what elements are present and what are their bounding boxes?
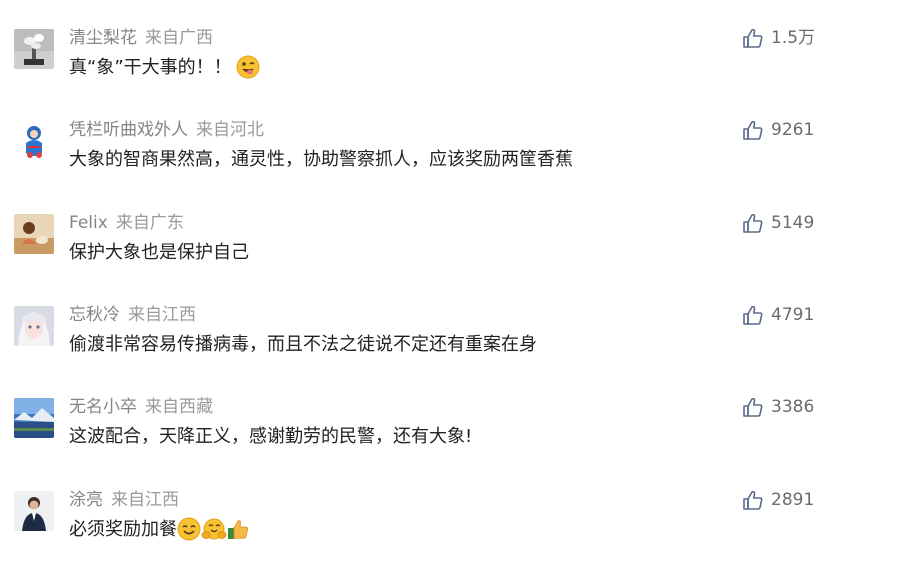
comment-item: 忘秋冷 来自江西 偷渡非常容易传播病毒，而且不法之徒说不定还有重案在身 4791 — [0, 277, 906, 357]
like-button[interactable]: 1.5万 — [742, 26, 815, 50]
location: 来自广西 — [145, 28, 213, 48]
comment-body: 这波配合，天降正义，感谢勤劳的民警，还有大象! — [69, 426, 473, 447]
like-button[interactable]: 4791 — [742, 303, 814, 327]
comment-body: 保护大象也是保护自己 — [69, 242, 249, 263]
nickname[interactable]: Felix — [69, 213, 108, 233]
thumbs-up-icon — [742, 28, 764, 49]
thumbs-up-icon — [742, 305, 764, 326]
avatar[interactable] — [14, 214, 54, 254]
like-count: 2891 — [771, 490, 815, 510]
comment-text: 必须奖励加餐 — [69, 517, 251, 549]
nickname[interactable]: 无名小卒 — [69, 397, 137, 417]
comment-meta: 忘秋冷 来自江西 — [69, 303, 196, 327]
comment-text: 偷渡非常容易传播病毒，而且不法之徒说不定还有重案在身 — [69, 332, 537, 358]
avatar[interactable] — [14, 121, 54, 161]
like-count: 9261 — [771, 120, 815, 140]
like-button[interactable]: 3386 — [742, 395, 814, 419]
comment-item: 无名小卒 来自西藏 这波配合，天降正义，感谢勤劳的民警，还有大象! 3386 — [0, 369, 906, 449]
comment-meta: 清尘梨花 来自广西 — [69, 26, 213, 50]
comment-body: 大象的智商果然高，通灵性，协助警察抓人，应该奖励两筐香蕉 — [69, 149, 573, 170]
thumbs-up-icon — [742, 397, 764, 418]
location: 来自河北 — [196, 120, 264, 140]
hug-emoji — [201, 517, 227, 549]
location: 来自江西 — [128, 305, 196, 325]
smile-emoji — [177, 517, 201, 549]
comment-body: 偷渡非常容易传播病毒，而且不法之徒说不定还有重案在身 — [69, 334, 537, 355]
comment-item: Felix 来自广东 保护大象也是保护自己 5149 — [0, 185, 906, 265]
comment-item: 清尘梨花 来自广西 真“象”干大事的！！ 1.5万 — [0, 0, 906, 80]
like-button[interactable]: 2891 — [742, 488, 814, 512]
thumbs-up-icon — [742, 490, 764, 511]
comment-text: 这波配合，天降正义，感谢勤劳的民警，还有大象! — [69, 424, 472, 450]
like-count: 1.5万 — [771, 28, 816, 48]
nickname[interactable]: 清尘梨花 — [69, 28, 137, 48]
comment-body: 真“象”干大事的！！ — [69, 57, 232, 78]
like-button[interactable]: 5149 — [742, 211, 814, 235]
comment-meta: 凭栏听曲戏外人 来自河北 — [69, 118, 264, 142]
location: 来自广东 — [115, 213, 184, 233]
avatar[interactable] — [14, 29, 54, 69]
avatar[interactable] — [14, 306, 54, 346]
like-count: 5149 — [771, 213, 815, 233]
comment-item: 凭栏听曲戏外人 来自河北 大象的智商果然高，通灵性，协助警察抓人，应该奖励两筐香蕉… — [0, 92, 906, 172]
wink-tongue-emoji — [236, 55, 260, 87]
thumbs-up-icon — [742, 120, 764, 141]
avatar[interactable] — [14, 398, 54, 438]
comment-meta: 无名小卒 来自西藏 — [69, 395, 213, 419]
like-count: 4791 — [771, 305, 815, 325]
comment-body: 必须奖励加餐 — [69, 519, 177, 540]
like-button[interactable]: 9261 — [742, 118, 814, 142]
location: 来自西藏 — [145, 397, 213, 417]
comment-list: 清尘梨花 来自广西 真“象”干大事的！！ 1.5万 凭栏听曲戏外人 来自河北 大… — [0, 0, 906, 562]
thumbs-up-icon — [742, 213, 764, 234]
like-count: 3386 — [771, 397, 815, 417]
comment-text: 保护大象也是保护自己 — [69, 240, 249, 266]
comment-meta: 涂亮 来自江西 — [69, 488, 179, 512]
nickname[interactable]: 凭栏听曲戏外人 — [69, 120, 188, 140]
thumbs-up-emoji — [227, 517, 251, 549]
nickname[interactable]: 涂亮 — [69, 490, 103, 510]
comment-meta: Felix 来自广东 — [69, 211, 184, 235]
nickname[interactable]: 忘秋冷 — [69, 305, 120, 325]
location: 来自江西 — [111, 490, 179, 510]
comment-text: 大象的智商果然高，通灵性，协助警察抓人，应该奖励两筐香蕉 — [69, 147, 573, 173]
comment-text: 真“象”干大事的！！ — [69, 55, 260, 87]
avatar[interactable] — [14, 491, 54, 531]
comment-item: 涂亮 来自江西 必须奖励加餐 2891 — [0, 462, 906, 542]
